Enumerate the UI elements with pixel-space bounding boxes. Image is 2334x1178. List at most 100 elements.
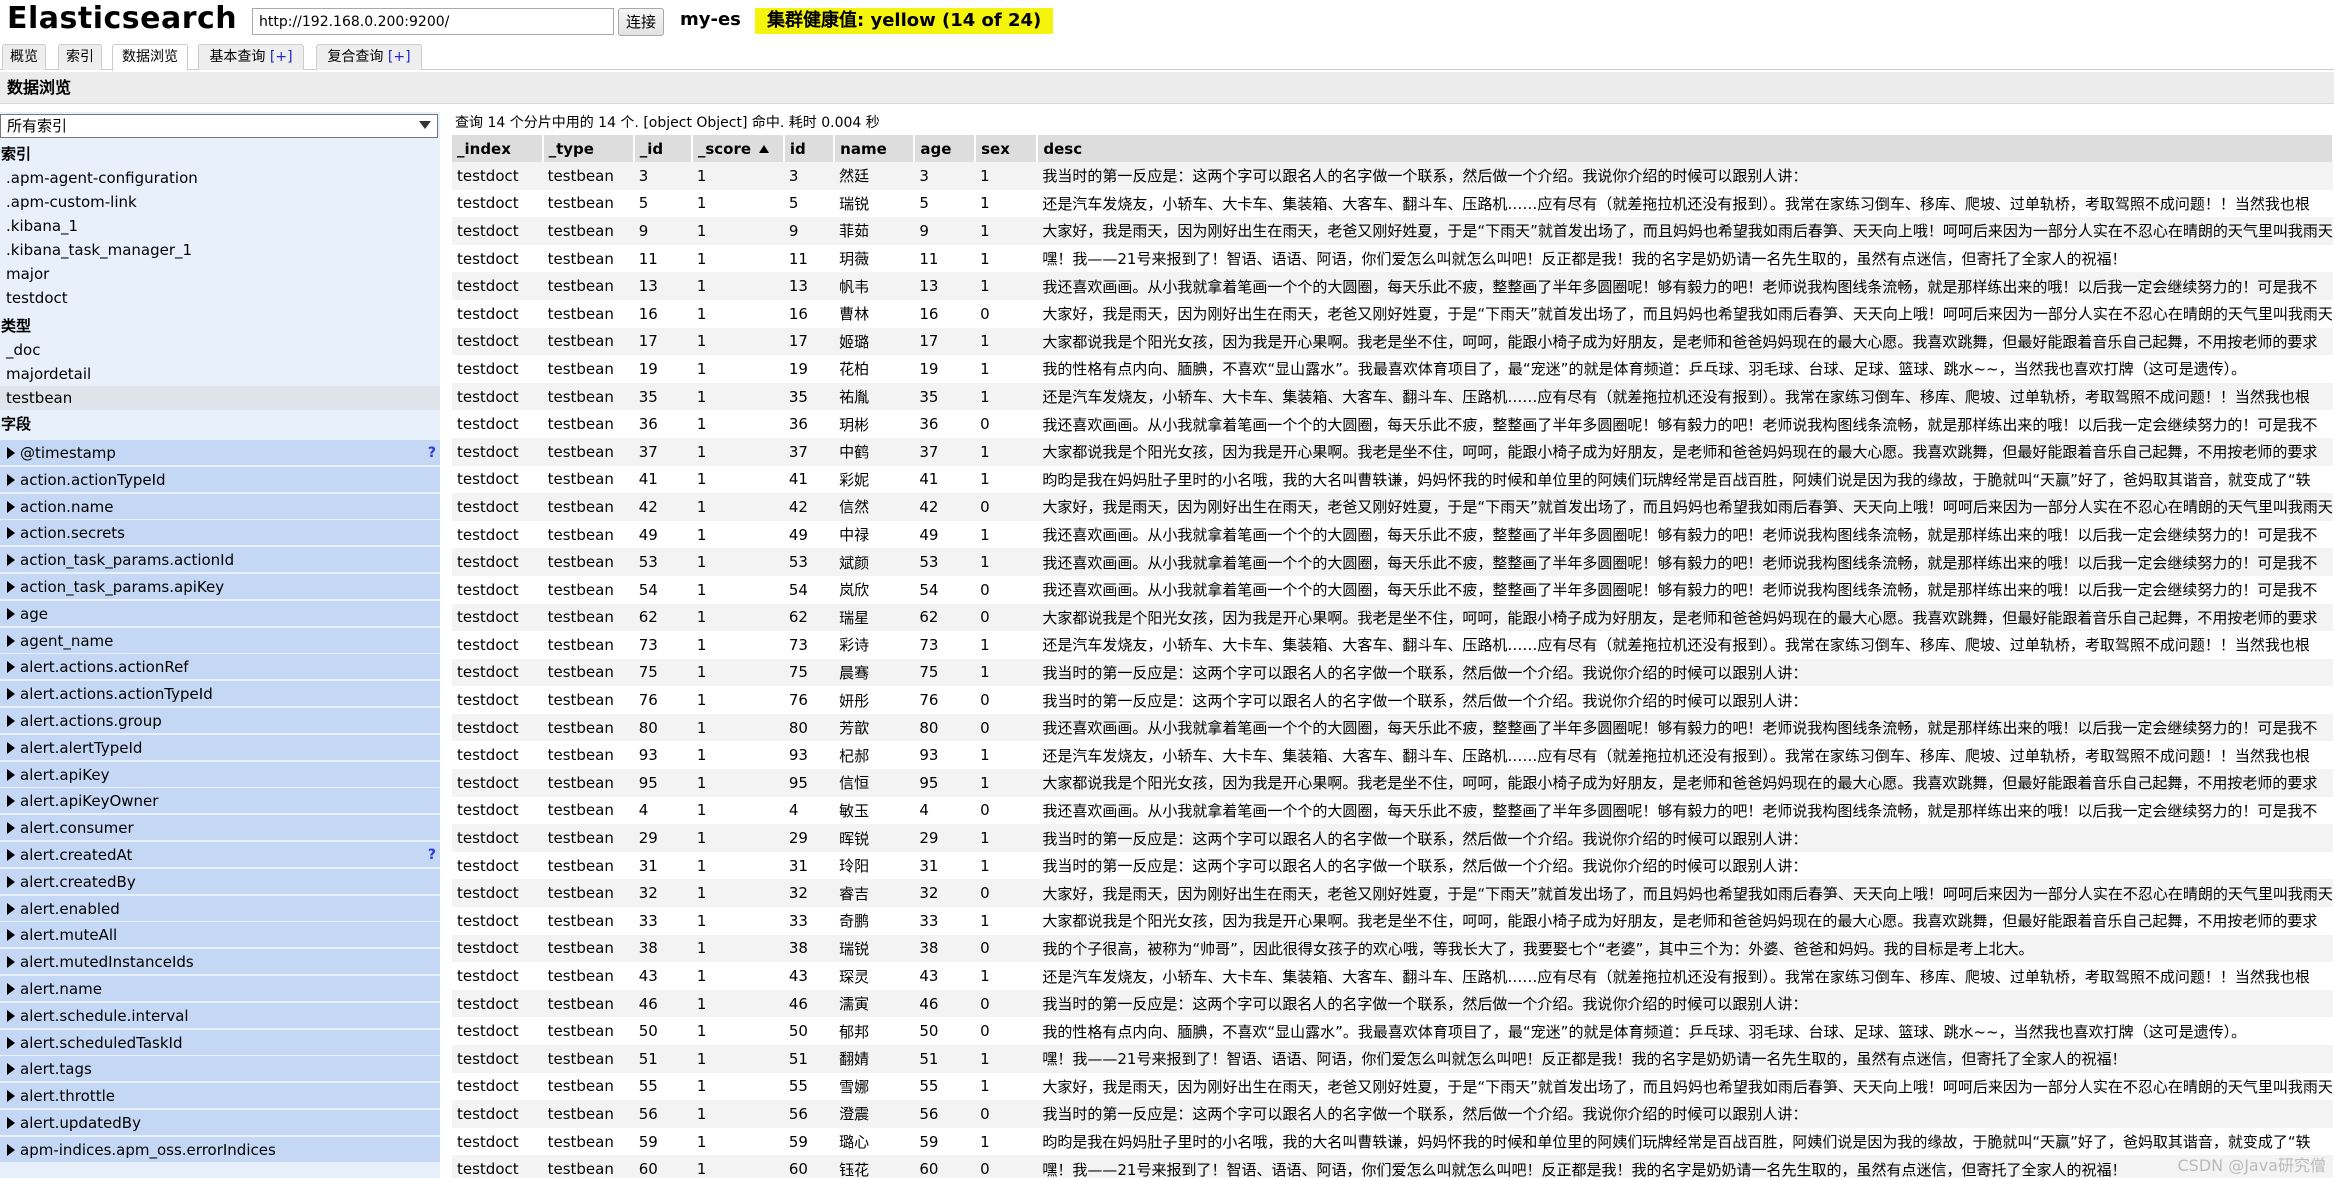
sidebar-field-item[interactable]: alert.name	[0, 976, 440, 1002]
column-header-desc[interactable]: desc	[1037, 135, 2334, 162]
sidebar-field-item[interactable]: alert.updatedBy	[0, 1110, 440, 1136]
sidebar-index-item[interactable]: .kibana_task_manager_1	[0, 238, 440, 262]
sidebar-field-item[interactable]: alert.actions.actionTypeId	[0, 681, 440, 708]
table-row[interactable]: testdoct testbean 54 1 54 岚欣 54 0 我还喜欢画画。从小我就拿着笔…	[452, 575, 2333, 604]
column-header-score[interactable]: _score	[691, 135, 785, 162]
table-row[interactable]: testdoct testbean 59 1 59 璐心 59 1 昀昀是我在妈妈肚子里时的小名…	[452, 1127, 2333, 1156]
table-row[interactable]: testdoct testbean 93 1 93 杞郝 93 1 还是汽车发烧友，小轿车、大卡…	[452, 741, 2333, 770]
sidebar-field-item[interactable]: agent_name	[0, 627, 440, 654]
cluster-url-input[interactable]	[252, 8, 614, 35]
expand-triangle-icon[interactable]	[7, 875, 15, 888]
sidebar-field-item[interactable]: apm-indices.apm_oss.errorIndices	[0, 1136, 440, 1163]
table-row[interactable]: testdoct testbean 42 1 42 信然 42 0 大家好，我是雨天，因为刚好出…	[452, 493, 2333, 521]
expand-triangle-icon[interactable]	[7, 554, 15, 567]
expand-triangle-icon[interactable]	[7, 1063, 15, 1076]
column-header-id[interactable]: id	[783, 135, 836, 162]
sidebar-field-item[interactable]: alert.throttle	[0, 1083, 440, 1110]
table-row[interactable]: testdoct testbean 29 1 29 晖锐 29 1 我当时的第一反应是：这两个字…	[452, 824, 2333, 852]
sidebar-field-item[interactable]: action.secrets	[0, 520, 440, 547]
expand-triangle-icon[interactable]	[7, 902, 15, 915]
column-header-sex[interactable]: sex	[975, 135, 1039, 162]
table-row[interactable]: testdoct testbean 31 1 31 玲阳 31 1 我当时的第一反应是：这两个字…	[452, 851, 2333, 880]
sidebar-type-item[interactable]: _doc	[0, 338, 440, 362]
table-row[interactable]: testdoct testbean 3 1 3 然廷 3 1 我当时的第一反应是：这两个字可以跟…	[452, 162, 2333, 190]
sidebar-field-item[interactable]: alert.scheduledTaskId	[0, 1029, 440, 1056]
table-row[interactable]: testdoct testbean 73 1 73 彩诗 73 1 还是汽车发烧友，小轿车、大卡…	[452, 631, 2333, 659]
expand-triangle-icon[interactable]	[7, 500, 15, 513]
index-select[interactable]: 所有索引	[0, 114, 438, 138]
table-row[interactable]: testdoct testbean 95 1 95 信恒 95 1 大家都说我是个阳光女孩，因为…	[452, 769, 2333, 797]
table-row[interactable]: testdoct testbean 80 1 80 芳歆 80 0 我还喜欢画画。从小我就拿着笔…	[452, 713, 2333, 742]
tab-basic-query[interactable]: 基本查询 [+]	[198, 44, 304, 70]
expand-triangle-icon[interactable]	[7, 1117, 15, 1129]
table-row[interactable]: testdoct testbean 43 1 43 琛灵 43 1 还是汽车发烧友，小轿车、大卡…	[452, 962, 2333, 990]
sidebar-field-item[interactable]: action_task_params.apiKey	[0, 574, 440, 600]
expand-triangle-icon[interactable]	[7, 795, 15, 808]
expand-triangle-icon[interactable]	[7, 527, 15, 540]
column-header-type[interactable]: _type	[542, 135, 635, 162]
add-basic-query-link[interactable]: [+]	[270, 49, 293, 65]
table-row[interactable]: testdoct testbean 46 1 46 濡寅 46 0 我当时的第一反应是：这两个字…	[452, 989, 2333, 1018]
table-row[interactable]: testdoct testbean 4 1 4 敏玉 4 0 我还喜欢画画。从小我就拿着笔画一个…	[452, 796, 2333, 825]
tab-indices[interactable]: 索引	[58, 44, 102, 70]
expand-triangle-icon[interactable]	[7, 473, 15, 486]
sidebar-field-item[interactable]: alert.actions.actionRef	[0, 654, 440, 681]
table-row[interactable]: testdoct testbean 36 1 36 玥彬 36 0 我还喜欢画画。从小我就拿着笔…	[452, 410, 2333, 438]
sidebar-field-item[interactable]: age	[0, 600, 440, 627]
table-row[interactable]: testdoct testbean 16 1 16 曹林 16 0 大家好，我是雨天，因为刚好出…	[452, 299, 2333, 328]
sidebar-field-item[interactable]: alert.muteAll	[0, 922, 440, 949]
table-row[interactable]: testdoct testbean 5 1 5 瑞锐 5 1 还是汽车发烧友，小轿车、大卡车、集…	[452, 189, 2333, 218]
expand-triangle-icon[interactable]	[7, 688, 15, 701]
table-row[interactable]: testdoct testbean 35 1 35 祐胤 35 1 还是汽车发烧友，小轿车、大卡…	[452, 382, 2333, 411]
table-row[interactable]: testdoct testbean 62 1 62 瑞星 62 0 大家都说我是个阳光女孩，因为…	[452, 603, 2333, 632]
sidebar-field-item[interactable]: alert.enabled	[0, 895, 440, 922]
table-row[interactable]: testdoct testbean 9 1 9 菲茹 9 1 大家好，我是雨天，因为刚好出生在雨…	[452, 217, 2333, 245]
sidebar-field-item[interactable]: alert.schedule.interval	[0, 1002, 440, 1029]
expand-triangle-icon[interactable]	[7, 956, 15, 969]
table-row[interactable]: testdoct testbean 60 1 60 钰花 60 0 嘿！我——21号来报到了！智…	[452, 1155, 2333, 1178]
tab-overview[interactable]: 概览	[2, 44, 46, 70]
table-row[interactable]: testdoct testbean 17 1 17 姬璐 17 1 大家都说我是个阳光女孩，因为…	[452, 327, 2333, 356]
expand-triangle-icon[interactable]	[7, 1009, 15, 1022]
sidebar-index-item[interactable]: .apm-custom-link	[0, 190, 440, 214]
table-row[interactable]: testdoct testbean 55 1 55 雪娜 55 1 大家好，我是雨天，因为刚好出…	[452, 1072, 2333, 1101]
tab-data-browse[interactable]: 数据浏览	[112, 44, 188, 71]
sidebar-field-item[interactable]: @timestamp?	[0, 440, 440, 466]
expand-triangle-icon[interactable]	[7, 741, 15, 754]
table-row[interactable]: testdoct testbean 33 1 33 奇鹏 33 1 大家都说我是个阳光女孩，因为…	[452, 907, 2333, 935]
sidebar-field-item[interactable]: alert.createdAt?	[0, 842, 440, 868]
sidebar-field-item[interactable]: alert.alertTypeId	[0, 734, 440, 761]
expand-triangle-icon[interactable]	[7, 983, 15, 995]
expand-triangle-icon[interactable]	[7, 661, 15, 674]
sidebar-index-item[interactable]: major	[0, 262, 440, 286]
expand-triangle-icon[interactable]	[7, 768, 15, 781]
table-row[interactable]: testdoct testbean 76 1 76 妍彤 76 0 我当时的第一反应是：这两个字…	[452, 686, 2333, 714]
sidebar-field-item[interactable]: action_task_params.actionId	[0, 547, 440, 574]
expand-triangle-icon[interactable]	[7, 1090, 15, 1103]
expand-triangle-icon[interactable]	[7, 634, 15, 647]
column-header-age[interactable]: age	[914, 135, 977, 162]
table-row[interactable]: testdoct testbean 41 1 41 彩妮 41 1 昀昀是我在妈妈肚子里时的小名…	[452, 465, 2333, 494]
table-row[interactable]: testdoct testbean 53 1 53 斌颜 53 1 我还喜欢画画。从小我就拿着笔…	[452, 548, 2333, 576]
help-icon[interactable]: ?	[428, 842, 436, 868]
table-row[interactable]: testdoct testbean 49 1 49 中禄 49 1 我还喜欢画画。从小我就拿着笔…	[452, 520, 2333, 549]
table-row[interactable]: testdoct testbean 51 1 51 翻婧 51 1 嘿！我——21号来报到了！智…	[452, 1045, 2333, 1073]
table-row[interactable]: testdoct testbean 32 1 32 睿吉 32 0 大家好，我是雨天，因为刚好出…	[452, 879, 2333, 908]
column-header-id[interactable]: _id	[633, 135, 693, 162]
column-header-name[interactable]: name	[834, 135, 916, 162]
add-compound-query-link[interactable]: [+]	[388, 49, 411, 65]
expand-triangle-icon[interactable]	[7, 1143, 15, 1156]
tab-compound-query[interactable]: 复合查询 [+]	[316, 44, 422, 70]
expand-triangle-icon[interactable]	[7, 715, 15, 727]
expand-triangle-icon[interactable]	[7, 581, 15, 593]
sidebar-field-item[interactable]: alert.mutedInstanceIds	[0, 949, 440, 976]
sidebar-field-item[interactable]: action.name	[0, 493, 440, 520]
table-row[interactable]: testdoct testbean 19 1 19 花柏 19 1 我的性格有点内向、腼腆，不喜…	[452, 355, 2333, 383]
table-row[interactable]: testdoct testbean 50 1 50 郁邦 50 0 我的性格有点内向、腼腆，不喜…	[452, 1017, 2333, 1045]
table-row[interactable]: testdoct testbean 13 1 13 帆韦 13 1 我还喜欢画画。从小我就拿着笔…	[452, 272, 2333, 300]
expand-triangle-icon[interactable]	[7, 447, 15, 459]
expand-triangle-icon[interactable]	[7, 849, 15, 861]
sidebar-field-item[interactable]: alert.apiKeyOwner	[0, 788, 440, 815]
sidebar-field-item[interactable]: alert.createdBy	[0, 868, 440, 895]
table-row[interactable]: testdoct testbean 56 1 56 澄震 56 0 我当时的第一反应是：这两个字…	[452, 1100, 2333, 1128]
